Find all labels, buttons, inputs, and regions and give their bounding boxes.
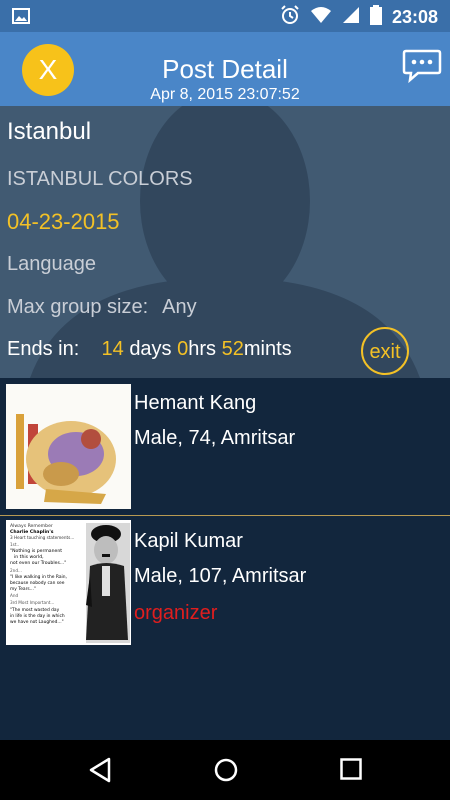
hrs-label: hrs xyxy=(188,338,217,360)
navigation-bar xyxy=(0,740,450,800)
member-avatar: Always Remember Charlie Chaplin's 3 Hear… xyxy=(6,520,131,645)
thumb-text: 3rd Most Important... xyxy=(10,600,54,605)
days-label: days xyxy=(129,338,172,360)
thumb-text: not even our Troubles..." xyxy=(10,560,66,566)
list-item[interactable]: Always Remember Charlie Chaplin's 3 Hear… xyxy=(0,516,450,646)
thumb-text: we have not Laughed..." xyxy=(10,619,64,625)
member-info: Male, 107, Amritsar xyxy=(134,565,307,587)
member-info: Male, 74, Amritsar xyxy=(134,427,296,449)
post-subtitle: ISTANBUL COLORS xyxy=(7,168,193,190)
organizer-badge: organizer xyxy=(134,602,218,624)
page-timestamp: Apr 8, 2015 23:07:52 xyxy=(150,86,300,103)
wifi-icon xyxy=(310,6,332,29)
chat-bubble-icon[interactable] xyxy=(402,48,442,89)
back-icon[interactable] xyxy=(88,757,112,788)
thumb-text: Always Remember xyxy=(10,523,53,529)
max-group-label: Max group size: xyxy=(7,296,149,318)
clock: 23:08 xyxy=(391,7,438,27)
list-item[interactable]: Hemant Kang Male, 74, Amritsar xyxy=(0,378,450,516)
ends-in-label: Ends in: xyxy=(7,338,80,360)
post-title: Istanbul xyxy=(7,118,92,145)
exit-button[interactable]: exit xyxy=(361,327,409,375)
member-avatar xyxy=(6,384,131,509)
max-group-size: Max group size: Any xyxy=(7,296,197,319)
thumb-text: "Nothing is permanent xyxy=(10,548,62,554)
signal-icon xyxy=(342,6,360,29)
thumb-text: because nobody can see xyxy=(10,580,65,586)
thumb-text: 3 Heart touching statements... xyxy=(10,535,74,540)
thumb-text: in life is the day in which xyxy=(10,613,65,619)
top-app-bar: X Post Detail Apr 8, 2015 23:07:52 xyxy=(0,32,450,106)
alarm-icon xyxy=(280,5,300,30)
mins-value: 52 xyxy=(221,338,244,360)
post-date: 04-23-2015 xyxy=(7,209,120,234)
recents-icon[interactable] xyxy=(339,757,363,786)
member-name: Kapil Kumar xyxy=(134,530,243,552)
home-icon[interactable] xyxy=(213,757,239,788)
status-bar: 23:08 xyxy=(0,0,450,32)
days-value: 14 xyxy=(101,338,124,360)
hrs-value: 0 xyxy=(177,338,189,360)
image-icon xyxy=(12,8,30,29)
thumb-text: 1st.. xyxy=(10,542,19,547)
members-list: Hemant Kang Male, 74, Amritsar Always Re… xyxy=(0,378,450,740)
thumb-text: in this world, xyxy=(14,554,44,560)
thumb-text: "I like walking in the Rain, xyxy=(10,574,67,580)
battery-icon xyxy=(369,5,382,30)
thumb-text: And xyxy=(10,593,19,598)
ends-in: Ends in: 14 days 0hrs 52mints xyxy=(7,338,292,361)
thumb-text: my Tears..." xyxy=(10,586,36,592)
page-title: Post Detail xyxy=(162,54,288,84)
member-name: Hemant Kang xyxy=(134,392,257,414)
thumb-text: 2nd... xyxy=(10,568,22,573)
language-label: Language xyxy=(7,253,96,275)
post-detail-panel: Istanbul ISTANBUL COLORS 04-23-2015 Lang… xyxy=(0,106,450,378)
max-group-value: Any xyxy=(162,296,197,318)
mins-label: mints xyxy=(243,338,292,360)
thumb-text: "The most wasted day xyxy=(10,607,60,613)
